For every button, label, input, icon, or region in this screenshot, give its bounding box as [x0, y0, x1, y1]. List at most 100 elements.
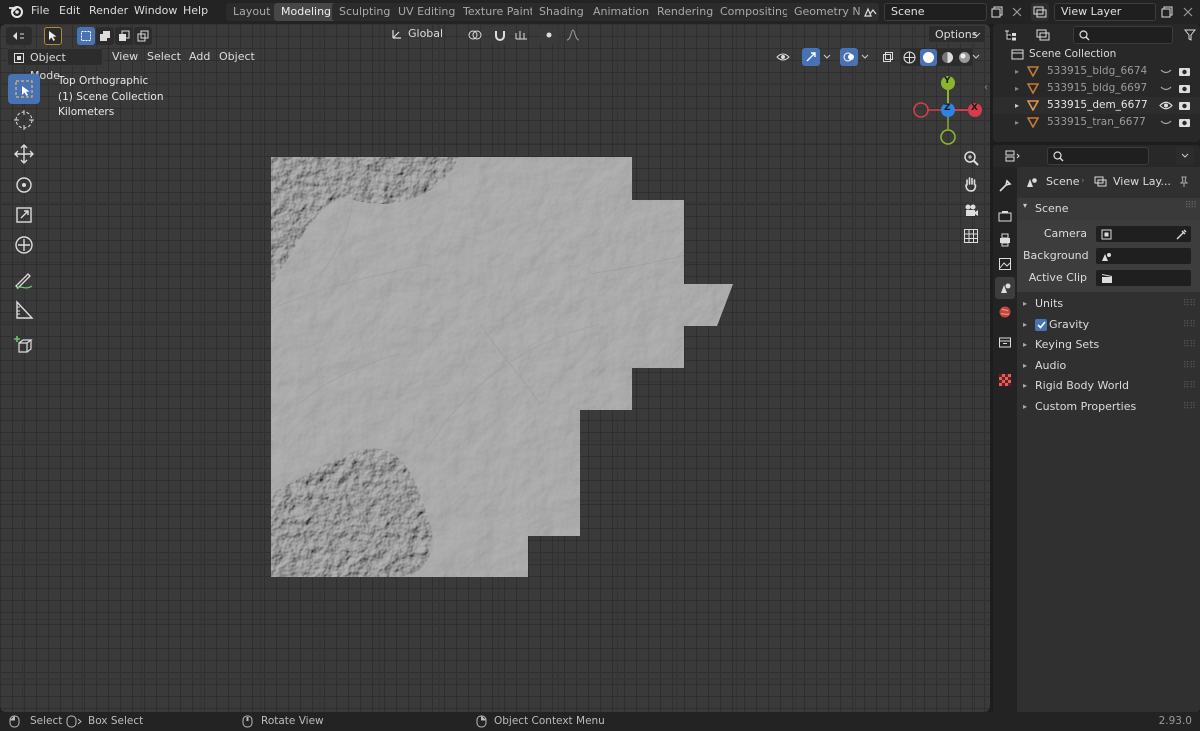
breadcrumb-scene[interactable]: Scene — [1046, 172, 1080, 192]
render-layers-icon — [1033, 6, 1047, 18]
viewlayer-copy-button[interactable] — [1158, 3, 1176, 21]
tab-collection[interactable] — [995, 331, 1015, 353]
menu-file[interactable]: File — [31, 0, 49, 22]
filter-funnel-icon — [1184, 29, 1196, 41]
blender-logo-icon[interactable] — [8, 3, 24, 19]
outliner-row-object[interactable]: ▸ 533915_dem_6677 — [993, 97, 1200, 114]
drag-handle-icon[interactable]: ⠿⠿ — [1183, 397, 1196, 417]
gravity-label: Gravity — [1049, 318, 1090, 331]
status-bar: Select Box Select Rotate View Object Con… — [0, 712, 1200, 731]
pin-icon[interactable] — [1178, 176, 1190, 188]
breadcrumb-separator-icon: › — [1081, 176, 1085, 186]
outliner-filter-button[interactable] — [1181, 26, 1199, 44]
tool-wrench-icon — [999, 179, 1012, 192]
display-mode-button[interactable] — [1029, 26, 1057, 44]
copy-icon — [1161, 6, 1173, 18]
expand-arrow-icon[interactable]: ▸ — [1015, 114, 1019, 131]
eye-closed-icon[interactable] — [1160, 68, 1172, 76]
menu-edit[interactable]: Edit — [59, 0, 80, 22]
outliner-row-object[interactable]: ▸ 533915_tran_6677 — [993, 114, 1200, 131]
drag-handle-icon[interactable]: ⠿⠿ — [1185, 201, 1197, 211]
expand-arrow-icon[interactable]: ▸ — [1015, 97, 1019, 114]
search-icon — [1053, 151, 1064, 162]
menu-render[interactable]: Render — [89, 0, 128, 22]
search-icon — [1079, 30, 1090, 41]
scene-copy-button[interactable] — [988, 3, 1006, 21]
drag-handle-icon[interactable]: ⠿⠿ — [1183, 315, 1196, 335]
eye-closed-icon[interactable] — [1160, 119, 1172, 127]
eyedropper-icon[interactable] — [1176, 229, 1187, 240]
view-layer-icon — [1036, 29, 1050, 41]
tab-texture-paint[interactable]: Texture Paint — [456, 3, 541, 21]
rigid-body-world-subpanel[interactable]: ▸ Rigid Body World ⠿⠿ — [1017, 376, 1200, 396]
tab-compositing[interactable]: Compositing — [713, 3, 796, 21]
scene-browse-button[interactable] — [861, 3, 879, 21]
background-scene-field[interactable] — [1095, 247, 1192, 265]
expand-arrow-down-icon: ▾ — [1023, 201, 1028, 210]
rigid-body-world-label: Rigid Body World — [1035, 379, 1130, 392]
tab-uv-editing[interactable]: UV Editing — [391, 3, 463, 21]
mouse-left-icon — [9, 715, 20, 728]
scene-panel-header[interactable]: ▾ Scene ⠿⠿ — [1017, 198, 1200, 220]
keying-sets-subpanel[interactable]: ▸ Keying Sets ⠿⠿ — [1017, 335, 1200, 355]
scene-name-field[interactable]: Scene — [884, 3, 987, 21]
scene-delete-button[interactable] — [1008, 3, 1026, 21]
viewlayer-browse-button[interactable] — [1031, 3, 1049, 21]
camera-render-icon[interactable] — [1178, 83, 1191, 94]
tab-texture[interactable] — [995, 369, 1015, 391]
viewlayer-delete-button[interactable] — [1179, 3, 1197, 21]
outliner-icon — [1005, 30, 1016, 41]
outliner-item-label: 533915_dem_6677 — [1047, 99, 1148, 111]
outliner-row-object[interactable]: ▸ 533915_bldg_6674 — [993, 63, 1200, 80]
properties-options-dropdown[interactable] — [1176, 147, 1194, 165]
eye-closed-icon[interactable] — [1160, 85, 1172, 93]
drag-handle-icon[interactable]: ⠿⠿ — [1183, 356, 1196, 376]
outliner-search-input[interactable] — [1073, 26, 1173, 44]
units-subpanel[interactable]: ▸ Units ⠿⠿ — [1017, 294, 1200, 314]
outliner-editor-type-button[interactable] — [997, 26, 1025, 44]
tab-sculpting[interactable]: Sculpting — [332, 3, 398, 21]
tab-geometry-nodes[interactable]: Geometry N — [787, 3, 868, 21]
tab-scene[interactable] — [995, 277, 1015, 299]
tab-modeling[interactable]: Modeling — [274, 3, 339, 21]
drag-handle-icon[interactable]: ⠿⠿ — [1183, 294, 1196, 314]
chevron-down-icon — [1181, 153, 1189, 158]
tab-animation[interactable]: Animation — [586, 3, 657, 21]
tab-shading[interactable]: Shading — [532, 3, 591, 21]
drag-handle-icon[interactable]: ⠿⠿ — [1183, 335, 1196, 355]
tab-tool[interactable] — [995, 175, 1015, 197]
viewlayer-name-field[interactable]: View Layer — [1054, 3, 1156, 21]
tab-layout[interactable]: Layout — [226, 3, 278, 21]
outliner-row-object[interactable]: ▸ 533915_bldg_6697 — [993, 80, 1200, 97]
properties-editor-type-button[interactable] — [999, 147, 1027, 165]
expand-arrow-icon[interactable]: ▸ — [1015, 80, 1019, 97]
outliner-row-scene-collection[interactable]: Scene Collection — [993, 46, 1200, 63]
scene-icon — [864, 7, 877, 17]
dem-terrain-mesh[interactable] — [0, 24, 990, 712]
tab-view-layer[interactable] — [995, 253, 1015, 275]
properties-search-input[interactable] — [1047, 147, 1149, 165]
camera-render-icon[interactable] — [1178, 100, 1191, 111]
tab-rendering[interactable]: Rendering — [650, 3, 721, 21]
expand-arrow-icon[interactable]: ▸ — [1015, 63, 1019, 80]
eye-open-icon[interactable] — [1159, 100, 1173, 111]
camera-render-icon[interactable] — [1178, 66, 1191, 77]
menu-help[interactable]: Help — [183, 0, 208, 22]
mesh-object-icon — [1027, 66, 1039, 77]
3d-viewport[interactable]: Object Mode View Select Add Object Globa… — [0, 24, 990, 712]
audio-subpanel[interactable]: ▸ Audio ⠿⠿ — [1017, 356, 1200, 376]
mouse-middle-icon — [242, 715, 253, 728]
mesh-object-icon — [1027, 117, 1039, 128]
gravity-subpanel[interactable]: ▸ Gravity ⠿⠿ — [1017, 315, 1200, 335]
active-clip-field[interactable] — [1095, 269, 1192, 287]
camera-field[interactable] — [1095, 225, 1192, 243]
drag-handle-icon[interactable]: ⠿⠿ — [1183, 376, 1196, 396]
camera-render-icon[interactable] — [1178, 117, 1191, 128]
tab-render[interactable] — [995, 205, 1015, 227]
gravity-checkbox[interactable] — [1035, 319, 1047, 331]
menu-window[interactable]: Window — [134, 0, 177, 22]
breadcrumb-view-layer[interactable]: View Lay... — [1113, 172, 1171, 192]
tab-output[interactable] — [995, 229, 1015, 251]
custom-properties-subpanel[interactable]: ▸ Custom Properties ⠿⠿ — [1017, 397, 1200, 417]
tab-world[interactable] — [995, 301, 1015, 323]
